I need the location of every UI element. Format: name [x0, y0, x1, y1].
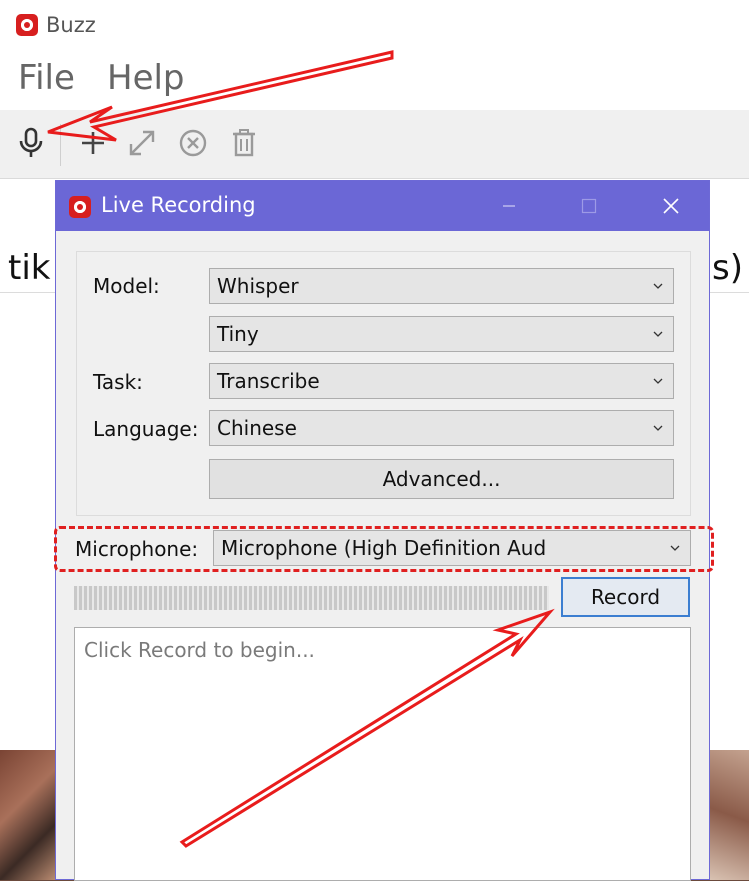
menu-file[interactable]: File: [18, 58, 75, 98]
transcript-text-area[interactable]: Click Record to begin...: [74, 627, 691, 881]
table-cell-text: tik: [8, 248, 51, 288]
transcription-options-group: Model: Whisper Tiny Task: Transcribe Lan…: [76, 251, 691, 516]
new-transcription-button[interactable]: [76, 126, 110, 160]
model-label: Model:: [93, 274, 160, 298]
microphone-highlight-annotation: [54, 526, 714, 572]
model-select-value: Whisper: [217, 274, 299, 298]
minimize-icon: [503, 205, 515, 207]
transcript-placeholder: Click Record to begin...: [84, 638, 315, 662]
task-select-value: Transcribe: [217, 369, 320, 393]
table-cell-text: s): [712, 248, 743, 288]
language-select-value: Chinese: [217, 416, 297, 440]
close-icon: [663, 198, 679, 214]
main-titlebar: Buzz: [0, 0, 749, 52]
desktop-background: [710, 750, 749, 880]
dialog-title: Live Recording: [101, 193, 256, 217]
main-window-title: Buzz: [46, 13, 96, 37]
expand-icon: [129, 130, 155, 156]
record-button[interactable]: [14, 126, 48, 160]
chevron-down-icon: [653, 331, 663, 337]
language-label: Language:: [93, 417, 199, 441]
model-size-select[interactable]: Tiny: [209, 316, 674, 352]
buzz-app-icon: [69, 196, 91, 218]
maximize-button[interactable]: [566, 189, 612, 223]
model-select[interactable]: Whisper: [209, 268, 674, 304]
advanced-button[interactable]: Advanced...: [209, 459, 674, 499]
chevron-down-icon: [653, 425, 663, 431]
trash-icon: [233, 129, 255, 157]
close-button[interactable]: [648, 189, 694, 223]
toolbar-separator: [60, 124, 61, 166]
model-size-value: Tiny: [217, 322, 259, 346]
stop-transcription-button[interactable]: [176, 126, 210, 160]
buzz-app-icon: [16, 14, 38, 36]
open-transcript-button[interactable]: [125, 126, 159, 160]
delete-button[interactable]: [227, 126, 261, 160]
menu-help[interactable]: Help: [107, 58, 185, 98]
language-select[interactable]: Chinese: [209, 410, 674, 446]
record-button[interactable]: Record: [561, 577, 690, 617]
dialog-titlebar: Live Recording: [56, 181, 709, 231]
chevron-down-icon: [653, 378, 663, 384]
task-label: Task:: [93, 370, 143, 394]
maximize-icon: [581, 198, 597, 214]
task-select[interactable]: Transcribe: [209, 363, 674, 399]
plus-icon: [82, 132, 104, 154]
cancel-circle-icon: [179, 129, 207, 157]
main-toolbar: [0, 110, 749, 179]
microphone-icon: [19, 127, 43, 157]
chevron-down-icon: [653, 283, 663, 289]
minimize-button[interactable]: [486, 189, 532, 223]
audio-level-meter: [74, 586, 549, 610]
desktop-background: [0, 750, 55, 880]
